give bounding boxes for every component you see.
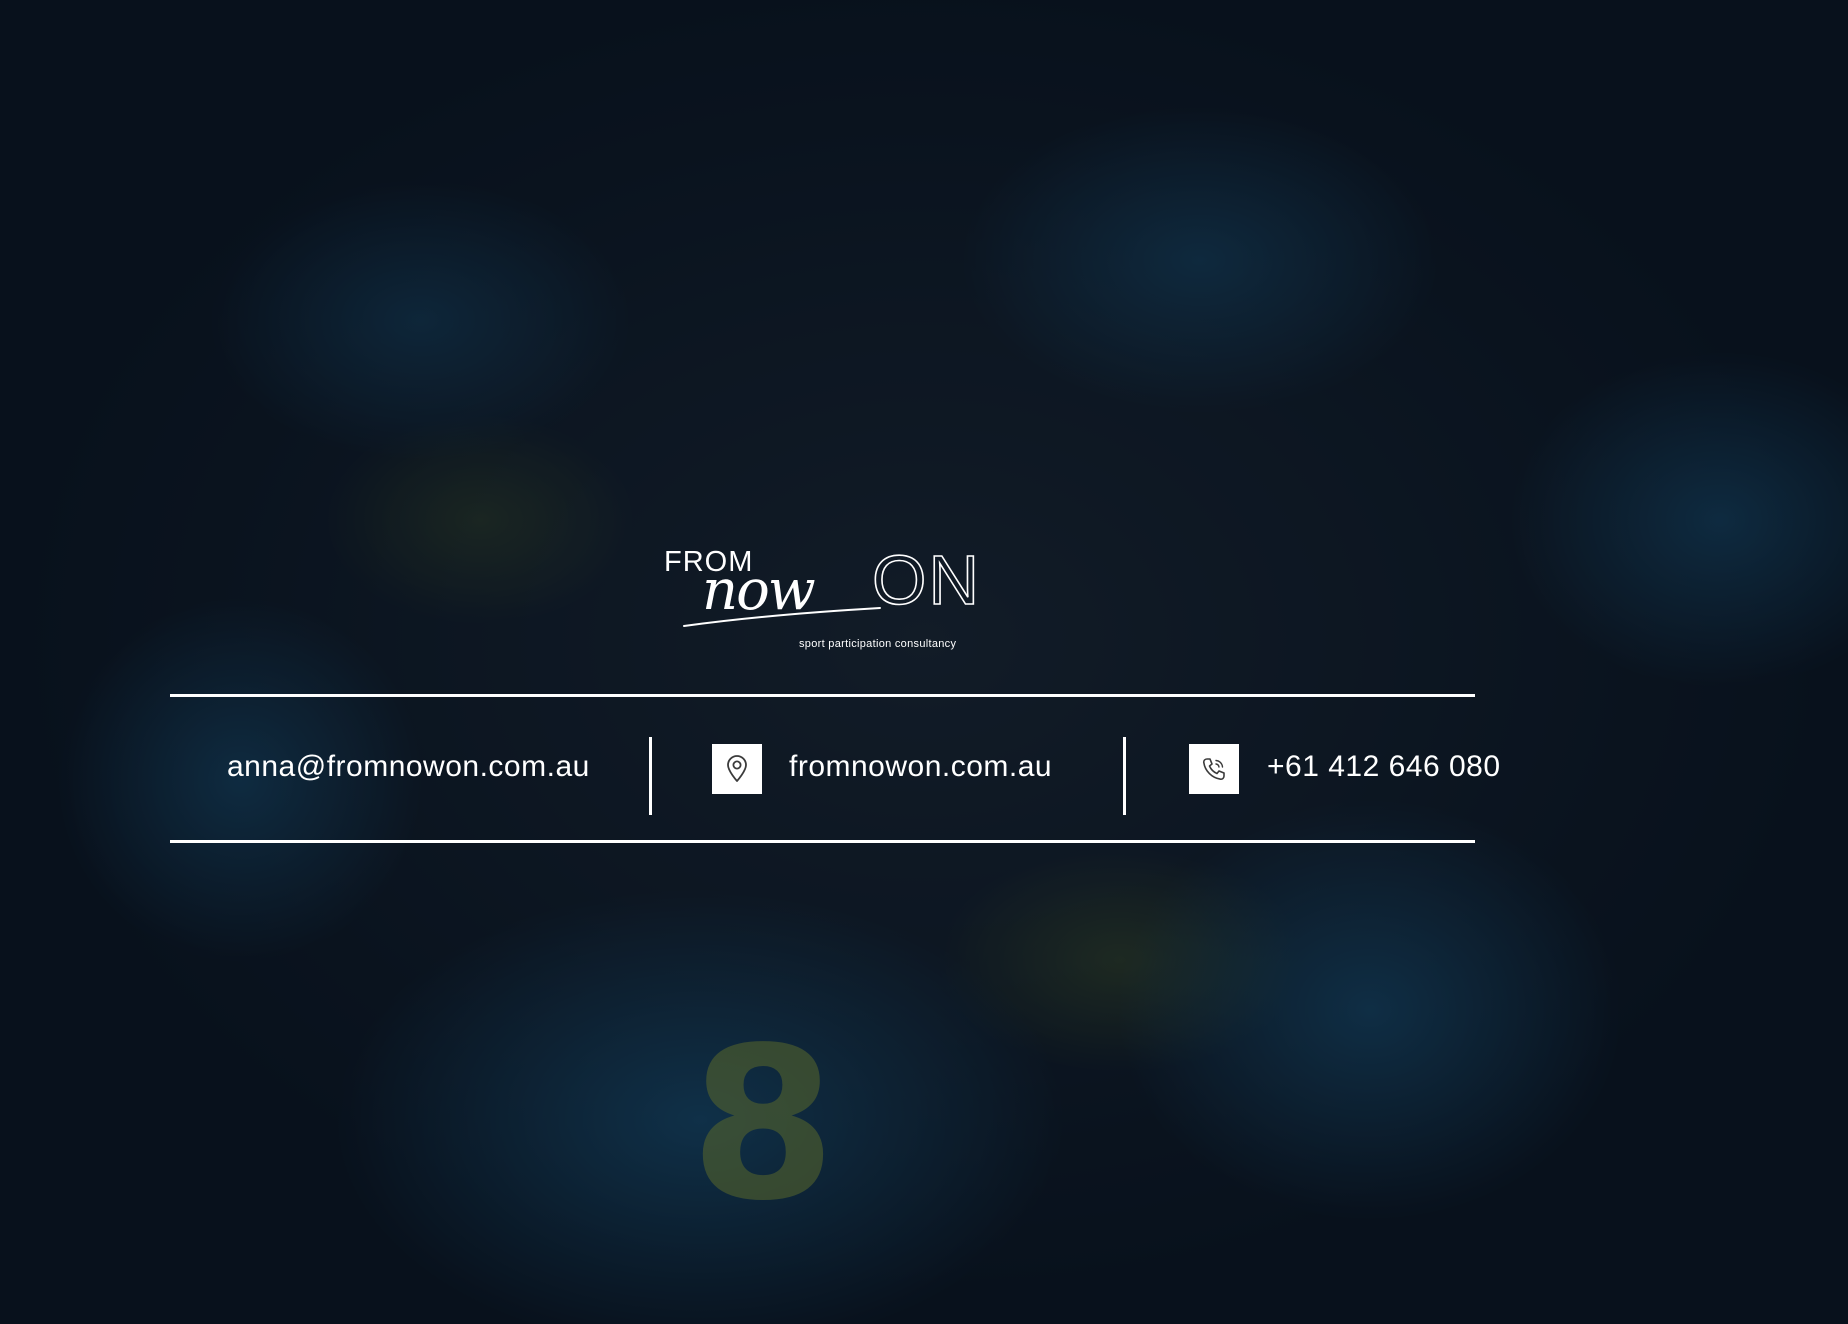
email-link[interactable]: anna@fromnowon.com.au [227,747,590,787]
logo-on: ON [871,540,981,620]
divider [649,737,652,815]
phone-number-link[interactable]: +61 412 646 080 [1267,747,1501,787]
bottom-rule [170,840,1475,843]
logo-swoosh-icon [683,607,881,627]
contact-row: anna@fromnowon.com.au fromnowon.com.au +… [170,697,1500,840]
logo-tagline: sport participation consultancy [799,638,957,650]
location-pin-icon [712,744,762,794]
phone-icon [1189,744,1239,794]
dark-overlay [0,0,1848,1324]
fromnowon-logo: FROM now ON sport participation consulta… [662,540,992,652]
website-link[interactable]: fromnowon.com.au [789,747,1052,787]
divider [1123,737,1126,815]
contact-page: 8 FROM now ON sport participation consul… [0,0,1848,1324]
